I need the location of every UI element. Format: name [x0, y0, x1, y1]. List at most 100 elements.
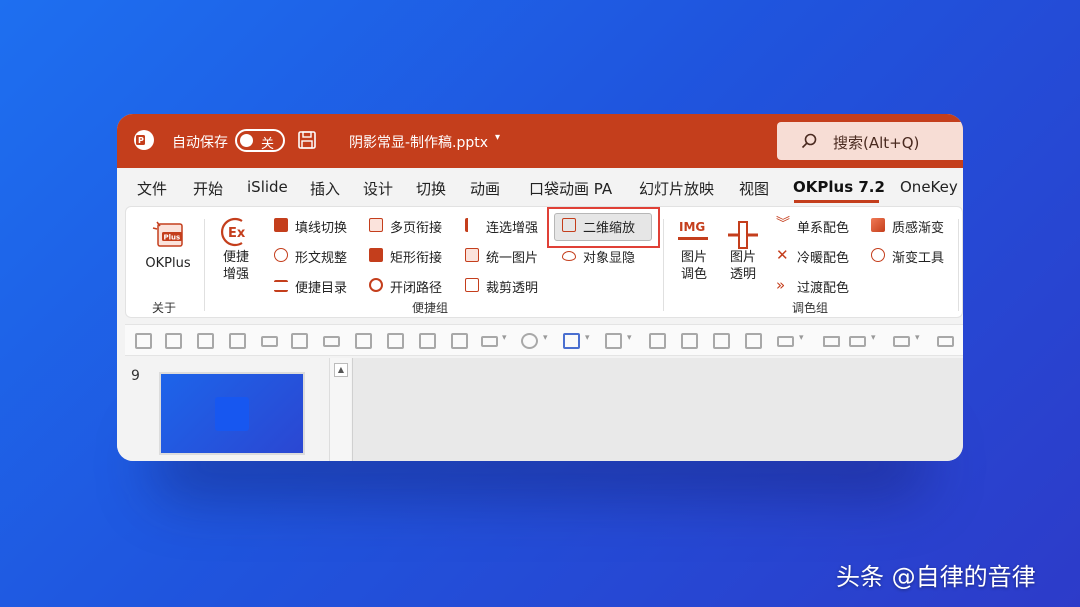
tab-insert[interactable]: 插入 — [310, 178, 340, 199]
rotate-icon[interactable] — [481, 336, 498, 347]
tab-transitions[interactable]: 切换 — [416, 178, 446, 199]
same-size-icon[interactable] — [451, 333, 468, 349]
mono-color-label: 单系配色 — [797, 221, 850, 236]
document-name[interactable]: 阴影常显-制作稿.pptx — [349, 132, 488, 152]
powerpoint-logo-icon: P — [134, 130, 154, 150]
rectangle-icon — [369, 248, 383, 262]
tab-file[interactable]: 文件 — [137, 178, 167, 199]
convenience-enhance-line2: 增强 — [222, 267, 249, 282]
save-icon[interactable] — [297, 130, 317, 150]
shape-fill-icon[interactable] — [563, 333, 580, 349]
group-divider — [958, 219, 959, 311]
align-right-icon[interactable] — [197, 333, 214, 349]
distribute-horizontal-icon[interactable] — [323, 336, 340, 347]
group-label-color: 调色组 — [792, 301, 829, 315]
more-tools-icon[interactable] — [937, 336, 954, 347]
outline-dropdown-chevron-icon[interactable]: ▾ — [627, 333, 632, 343]
image-color-button[interactable]: IMG 图片 调色 — [672, 217, 716, 283]
multi-page-icon — [369, 218, 383, 232]
text-shape-icon — [274, 248, 288, 262]
bucket-dropdown-chevron-icon[interactable]: ▾ — [799, 333, 804, 343]
font-color-dropdown-chevron-icon[interactable]: ▾ — [915, 333, 920, 343]
slide-thumbnail-pane: 9 ▲ — [117, 358, 352, 461]
autosave-label: 自动保存 — [172, 135, 228, 151]
same-width-icon[interactable] — [387, 333, 404, 349]
merge-shapes-icon[interactable] — [521, 333, 538, 349]
tab-slideshow[interactable]: 幻灯片放映 — [639, 178, 714, 199]
quick-toc-label: 便捷目录 — [295, 281, 348, 296]
tab-islide[interactable]: iSlide — [247, 178, 288, 196]
thumbnail-scrollbar[interactable]: ▲ — [329, 358, 351, 461]
tab-onekey[interactable]: OneKey — [900, 178, 958, 196]
open-close-path-label: 开闭路径 — [390, 281, 443, 296]
pen-icon[interactable] — [849, 336, 866, 347]
transparency-slider-icon — [728, 221, 758, 249]
tab-animations[interactable]: 动画 — [470, 178, 500, 199]
align-bottom-icon[interactable] — [291, 333, 308, 349]
bring-forward-icon[interactable] — [649, 333, 666, 349]
tab-okplus[interactable]: OKPlus 7.2 — [793, 178, 885, 196]
fill-line-icon — [274, 218, 288, 232]
list-icon — [274, 280, 288, 292]
align-middle-icon[interactable] — [261, 336, 278, 347]
group-divider — [663, 219, 664, 311]
font-color-icon[interactable] — [893, 336, 910, 347]
align-center-icon[interactable] — [165, 333, 182, 349]
tab-pocket-animation[interactable]: 口袋动画 PA — [529, 178, 612, 199]
image-icon — [465, 248, 479, 262]
rotate-dropdown-chevron-icon[interactable]: ▾ — [502, 333, 507, 343]
img-icon-bar — [678, 237, 708, 240]
ex-icon: Ex — [221, 217, 246, 247]
okplus-about-button[interactable]: Plus OKPlus — [140, 219, 196, 272]
fill-dropdown-chevron-icon[interactable]: ▾ — [585, 333, 590, 343]
multi-page-link-label: 多页衔接 — [390, 221, 443, 236]
active-tab-indicator — [794, 200, 879, 203]
tab-home[interactable]: 开始 — [193, 178, 223, 199]
transition-color-label: 过渡配色 — [797, 281, 850, 296]
fill-line-label: 填线切换 — [295, 221, 348, 236]
shape-outline-icon[interactable] — [605, 333, 622, 349]
same-height-icon[interactable] — [419, 333, 436, 349]
image-color-line2: 调色 — [680, 267, 707, 282]
pen-dropdown-chevron-icon[interactable]: ▾ — [871, 333, 876, 343]
select-arrow-icon — [465, 218, 479, 232]
slide-thumbnail[interactable] — [159, 372, 305, 455]
toggle-knob — [240, 134, 253, 147]
gradient-square-icon — [871, 218, 885, 232]
autosave-toggle[interactable]: 关 — [235, 129, 285, 152]
ungroup-icon[interactable] — [745, 333, 762, 349]
tab-design[interactable]: 设计 — [363, 178, 393, 199]
highlight-box — [547, 207, 660, 248]
svg-text:Plus: Plus — [164, 234, 181, 242]
send-backward-icon[interactable] — [681, 333, 698, 349]
image-transparency-button[interactable]: 图片 透明 — [721, 217, 765, 283]
document-menu-chevron-icon[interactable]: ▾ — [495, 132, 500, 143]
merge-dropdown-chevron-icon[interactable]: ▾ — [543, 333, 548, 343]
fill-bucket-icon[interactable] — [777, 336, 794, 347]
align-toolbar: ▾ ▾ ▾ ▾ ▾ ▾ ▾ — [125, 324, 963, 356]
tab-view[interactable]: 视图 — [739, 178, 769, 199]
slide-number: 9 — [131, 368, 140, 384]
svg-text:P: P — [138, 136, 144, 145]
title-bar: P 自动保存 关 阴影常显-制作稿.pptx ▾ 搜索(Alt+Q) — [117, 114, 963, 168]
eyedropper-icon[interactable] — [823, 336, 840, 347]
search-box[interactable]: 搜索(Alt+Q) — [777, 122, 963, 160]
convenience-enhance-button[interactable]: Ex 便捷 增强 — [214, 217, 258, 283]
object-visibility-label: 对象显隐 — [583, 251, 636, 266]
okplus-about-label: OKPlus — [145, 256, 191, 271]
align-left-icon[interactable] — [135, 333, 152, 349]
slide-canvas-area[interactable] — [352, 358, 963, 461]
image-color-line1: 图片 — [680, 250, 707, 265]
group-label-convenience: 便捷组 — [412, 301, 449, 315]
group-icon[interactable] — [713, 333, 730, 349]
align-top-icon[interactable] — [229, 333, 246, 349]
image-transparency-line2: 透明 — [729, 267, 756, 282]
scroll-up-arrow-icon[interactable]: ▲ — [334, 363, 348, 377]
svg-text:Ex: Ex — [228, 226, 246, 241]
shape-text-align-label: 形文规整 — [295, 251, 348, 266]
convenience-enhance-line1: 便捷 — [222, 250, 249, 265]
multi-select-enhance-label: 连选增强 — [486, 221, 539, 236]
cross-arrows-icon: ✕ — [776, 246, 789, 264]
watermark-text: 头条 @自律的音律 — [836, 563, 1036, 591]
distribute-vertical-icon[interactable] — [355, 333, 372, 349]
